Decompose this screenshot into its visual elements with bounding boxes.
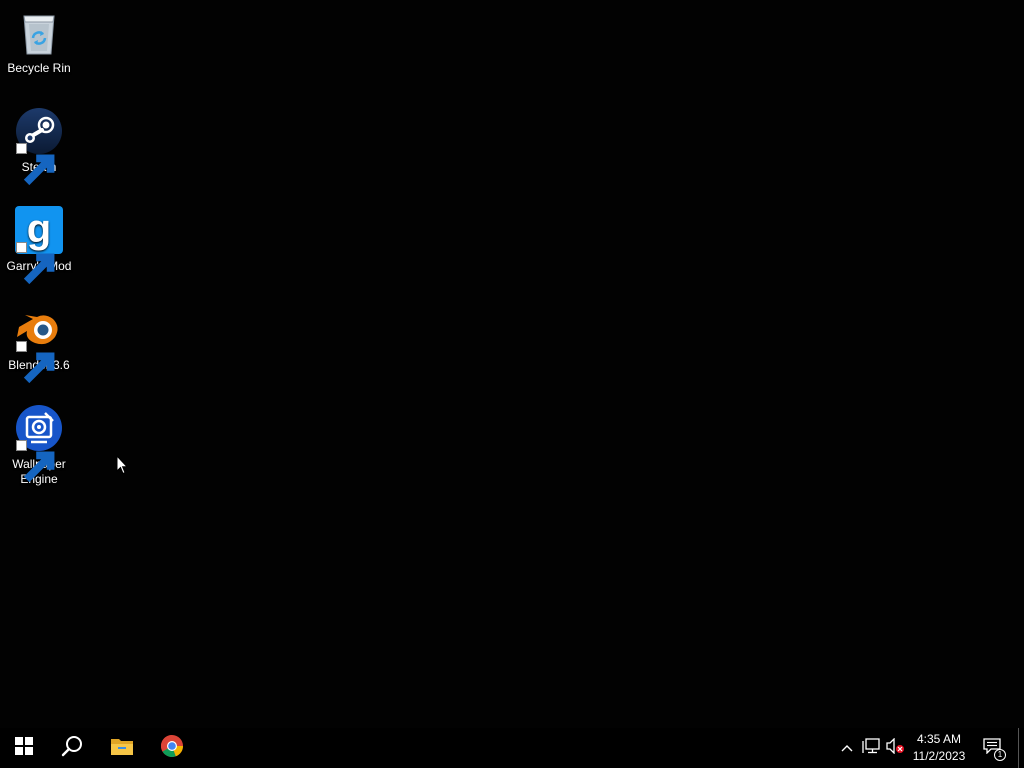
network-tray-button[interactable] <box>860 728 882 768</box>
clock-time: 4:35 AM <box>916 732 962 746</box>
chrome-button[interactable] <box>148 728 196 768</box>
show-hidden-icons-button[interactable] <box>836 728 858 768</box>
notification-count-badge: 1 <box>994 749 1006 761</box>
volume-muted-icon <box>885 736 905 759</box>
taskbar-clock[interactable]: 4:35 AM 11/2/2023 <box>906 731 972 765</box>
blender-icon <box>15 305 63 384</box>
volume-tray-button[interactable] <box>884 728 906 768</box>
desktop-icon-blender[interactable]: Blender 3.6 <box>2 305 76 384</box>
mouse-pointer-icon <box>116 454 129 475</box>
search-icon <box>61 735 83 762</box>
shortcut-arrow-icon <box>16 440 55 483</box>
wallpaper-engine-icon <box>15 404 63 483</box>
shortcut-arrow-icon <box>16 143 55 186</box>
action-center-button[interactable] <box>978 728 1006 768</box>
search-button[interactable] <box>48 728 96 768</box>
network-icon <box>862 737 880 759</box>
desktop-icon-steam[interactable]: Steam <box>2 107 76 186</box>
file-explorer-button[interactable] <box>98 728 146 768</box>
garrys-mod-icon: g <box>15 206 63 285</box>
clock-date: 11/2/2023 <box>912 749 966 763</box>
desktop-icon-recycle-bin[interactable]: Becycle Rin <box>2 8 76 76</box>
desktop-icon-label: Becycle Rin <box>7 61 71 75</box>
windows-start-icon <box>15 736 33 760</box>
show-desktop-button[interactable] <box>1018 728 1024 768</box>
shortcut-arrow-icon <box>16 341 55 384</box>
shortcut-arrow-icon <box>16 242 55 285</box>
start-button[interactable] <box>0 728 48 768</box>
chrome-icon <box>160 734 184 763</box>
recycle-bin-icon <box>15 8 63 56</box>
desktop-icon-garrys-mod[interactable]: g Garry's Mod <box>2 206 76 285</box>
file-explorer-icon <box>110 736 134 761</box>
show-hidden-icons-chevron-icon <box>841 739 853 757</box>
steam-icon <box>15 107 63 186</box>
desktop-icon-wallpaper-engine[interactable]: Wallpaper Engine <box>2 404 76 487</box>
taskbar: 4:35 AM 11/2/2023 1 <box>0 728 1024 768</box>
desktop[interactable]: Becycle Rin Steam g Garry's Mod Blender … <box>0 0 1024 728</box>
